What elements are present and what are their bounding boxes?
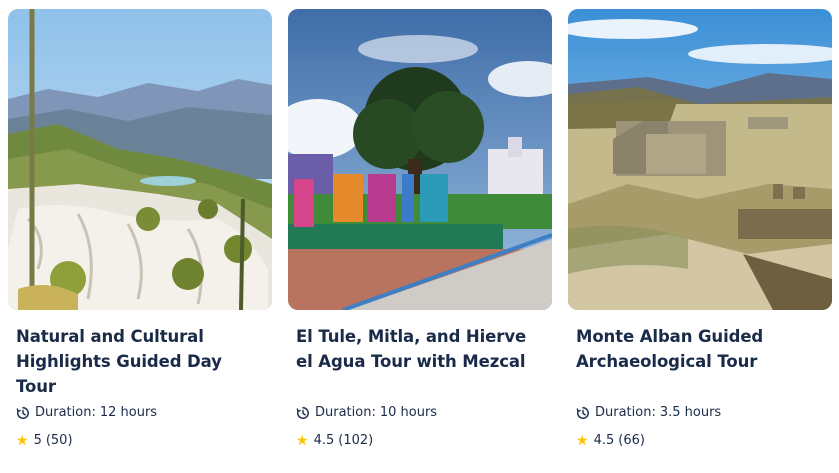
town-square-image [288, 9, 552, 310]
tour-photo[interactable] [8, 9, 272, 310]
rating-value: 4.5 [313, 433, 335, 448]
rating-row: ★ 4.5 (102) [296, 433, 373, 448]
clock-icon [576, 406, 589, 419]
tour-title[interactable]: Natural and Cultural Highlights Guided D… [16, 324, 266, 399]
duration-label: Duration: [595, 405, 656, 420]
rating-row: ★ 5 (50) [16, 433, 73, 448]
review-count: (102) [338, 433, 374, 448]
star-icon: ★ [296, 432, 309, 449]
duration-label: Duration: [35, 405, 96, 420]
star-icon: ★ [16, 432, 29, 449]
rating-value: 4.5 [593, 433, 615, 448]
clock-icon [16, 406, 29, 419]
duration-value: 3.5 hours [659, 405, 722, 420]
tour-title[interactable]: Monte Alban Guided Archaeological Tour [576, 324, 826, 374]
tour-card[interactable]: Natural and Cultural Highlights Guided D… [8, 9, 272, 461]
archaeological-site-image [568, 9, 832, 310]
mountain-landscape-image [8, 9, 272, 310]
review-count: (66) [618, 433, 645, 448]
tour-card-list: Natural and Cultural Highlights Guided D… [8, 9, 832, 461]
duration-label: Duration: [315, 405, 376, 420]
tour-card[interactable]: El Tule, Mitla, and Hierve el Agua Tour … [288, 9, 552, 461]
rating-row: ★ 4.5 (66) [576, 433, 645, 448]
tour-title[interactable]: El Tule, Mitla, and Hierve el Agua Tour … [296, 324, 546, 374]
tour-photo[interactable] [568, 9, 832, 310]
tour-photo[interactable] [288, 9, 552, 310]
tour-card[interactable]: Monte Alban Guided Archaeological Tour D… [568, 9, 832, 461]
duration-value: 10 hours [379, 405, 438, 420]
clock-icon [296, 406, 309, 419]
duration-value: 12 hours [99, 405, 158, 420]
star-icon: ★ [576, 432, 589, 449]
duration-row: Duration: 12 hours [16, 405, 157, 420]
duration-row: Duration: 3.5 hours [576, 405, 721, 420]
duration-row: Duration: 10 hours [296, 405, 437, 420]
review-count: (50) [45, 433, 73, 448]
rating-value: 5 [33, 433, 42, 448]
